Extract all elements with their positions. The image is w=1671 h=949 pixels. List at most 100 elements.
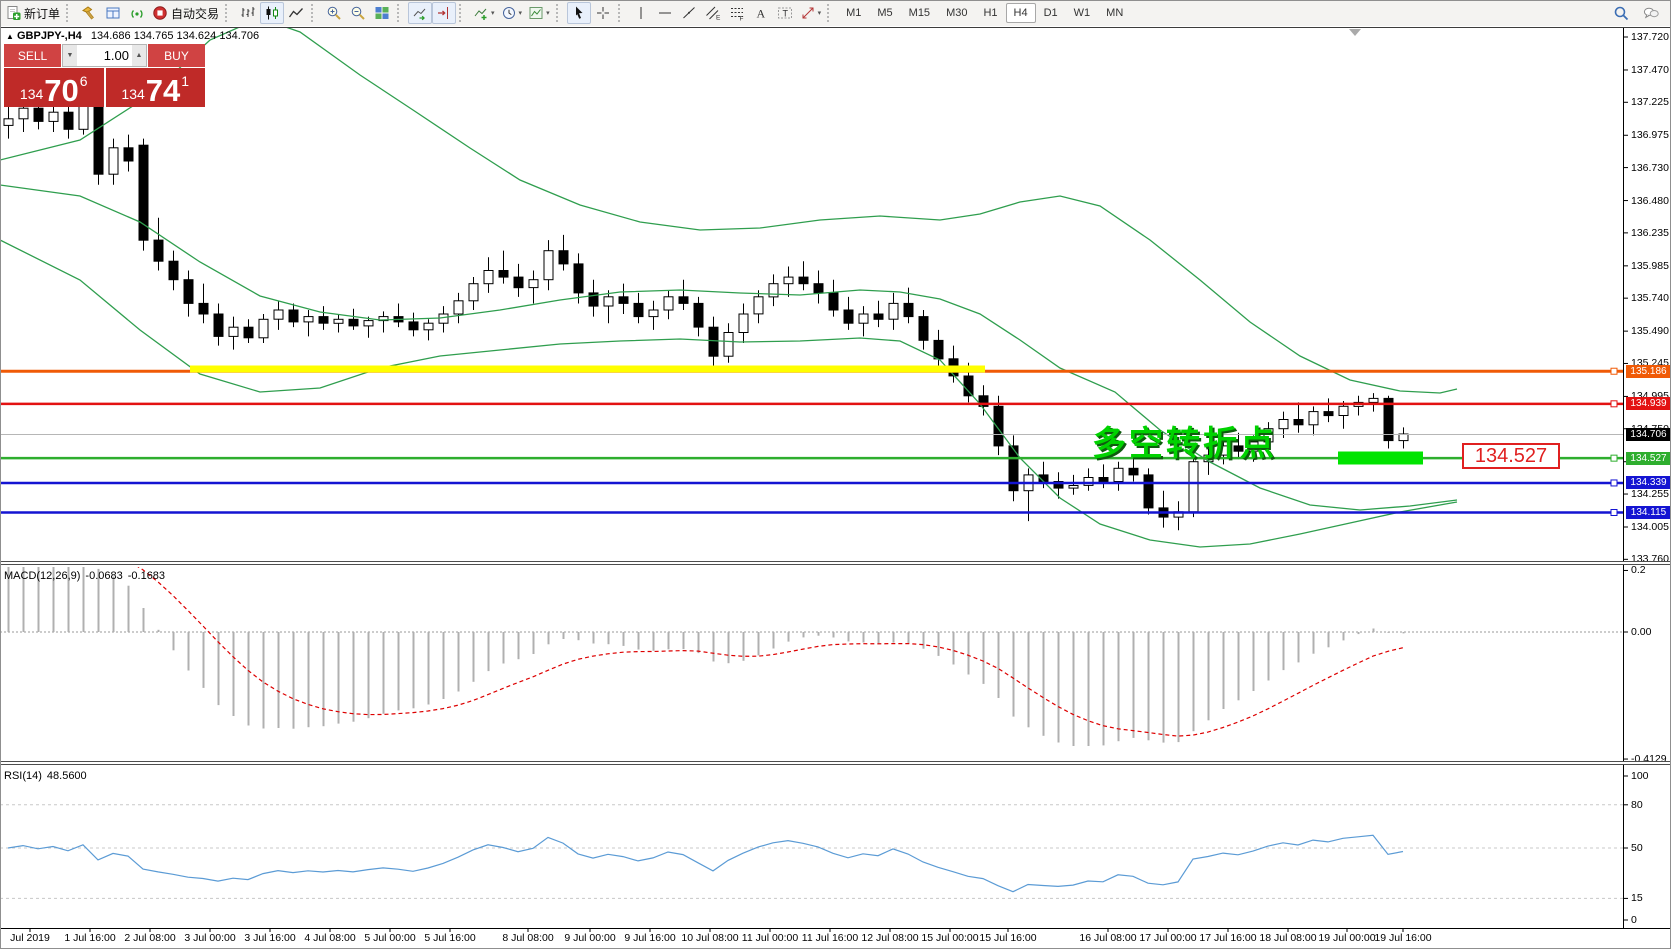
yellow-support-zone[interactable]: [190, 365, 985, 373]
macd-histogram-bar: [727, 632, 730, 664]
macd-histogram-bar: [1192, 632, 1195, 732]
timeframe-m30-button[interactable]: M30: [938, 3, 975, 23]
arrows-button[interactable]: ▾: [797, 2, 825, 24]
price-tick-136.975: 136.975: [1631, 129, 1669, 142]
auto-scroll-button[interactable]: [408, 2, 433, 24]
candle-body: [78, 105, 89, 130]
time-label-19-Jul-16-00: 19 Jul 16:00: [1374, 932, 1432, 944]
signals-button[interactable]: [125, 2, 149, 24]
price-tick-136.730: 136.730: [1631, 161, 1669, 174]
timeframe-m15-button[interactable]: M15: [901, 3, 938, 23]
candle-body: [1113, 467, 1124, 482]
charts-window-button[interactable]: [101, 2, 125, 24]
chart-shift-button[interactable]: [432, 2, 457, 24]
zoom-out-button[interactable]: [346, 2, 370, 24]
green-pivot-zone[interactable]: [1338, 451, 1423, 465]
macd-histogram-bar: [352, 632, 355, 722]
candle-body: [633, 302, 644, 318]
search-button[interactable]: [1609, 2, 1633, 24]
candles-layer: [0, 28, 1458, 548]
templates-button[interactable]: ▾: [525, 2, 553, 24]
crosshair-button[interactable]: [591, 2, 615, 24]
trendline-button[interactable]: [677, 2, 701, 24]
bar-chart-button[interactable]: [236, 2, 260, 24]
collapse-triangle-icon[interactable]: ▲: [6, 32, 14, 41]
macd-histogram-bar: [952, 632, 955, 665]
macd-histogram-bar: [1252, 632, 1255, 691]
candlestick-chart-icon: [266, 6, 279, 20]
macd-histogram-bar: [832, 632, 835, 638]
sell-price-pip: 6: [79, 73, 88, 89]
fibonacci-button[interactable]: F: [725, 2, 749, 24]
volume-stepper: ▼ 1.00 ▲: [62, 44, 147, 67]
macd-histogram-bar: [127, 585, 130, 632]
timeframe-mn-button[interactable]: MN: [1098, 3, 1131, 23]
candle-body: [513, 276, 524, 289]
horizontal-line-button[interactable]: [653, 2, 677, 24]
text-button[interactable]: A: [749, 2, 773, 24]
turning-point-annotation[interactable]: 多空转折点: [1092, 416, 1277, 465]
volume-input[interactable]: 1.00: [77, 45, 132, 66]
timeframe-m5-button[interactable]: M5: [869, 3, 900, 23]
candlestick-chart-button[interactable]: [260, 2, 285, 24]
price-tick-137.720: 137.720: [1631, 31, 1669, 43]
periods-button[interactable]: ▾: [498, 2, 526, 24]
vertical-line-button[interactable]: [629, 2, 653, 24]
chat-button[interactable]: [1639, 2, 1663, 24]
text-label-button[interactable]: T: [773, 2, 797, 24]
new-order-button[interactable]: 新订单: [2, 2, 63, 24]
svg-text:E: E: [716, 15, 721, 22]
candle-body: [543, 250, 554, 281]
price-tick-136.235: 136.235: [1631, 226, 1669, 239]
candle-body: [18, 107, 29, 120]
templates-icon: [529, 7, 543, 19]
indicators-button[interactable]: ▾: [470, 2, 498, 24]
ohlc-open: 134.686: [90, 30, 131, 42]
candle-body: [1278, 419, 1289, 430]
chart-canvas[interactable]: [0, 0, 1671, 949]
macd-histogram-bar: [307, 632, 310, 728]
candle-body: [1098, 477, 1109, 482]
zoom-in-button[interactable]: [322, 2, 346, 24]
macd-histogram-bar: [1102, 632, 1105, 746]
sell-price-display[interactable]: 134 70 6: [4, 68, 104, 107]
macd-histogram-bar: [622, 632, 625, 646]
cursor-button[interactable]: [566, 2, 591, 24]
volume-down-button[interactable]: ▼: [63, 45, 77, 66]
sell-price-base: 134: [19, 86, 44, 102]
bollinger-lower-band: [0, 239, 1458, 548]
buy-price-display[interactable]: 134 74 1: [105, 68, 205, 107]
price-callout-box[interactable]: 134.527: [1462, 443, 1560, 469]
tile-windows-button[interactable]: [370, 2, 394, 24]
macd-histogram-bar: [472, 632, 475, 682]
macd-panel-divider[interactable]: [0, 561, 1671, 565]
chart-shift-marker-icon[interactable]: [1349, 29, 1361, 36]
timeframe-h4-button[interactable]: H4: [1005, 3, 1036, 23]
candle-body: [873, 313, 884, 320]
sell-button[interactable]: SELL: [4, 44, 61, 67]
macd-histogram-bar: [262, 632, 265, 729]
time-label-11-Jul-00-00: 11 Jul 00:00: [741, 932, 799, 944]
autotrading-button[interactable]: 自动交易: [149, 2, 222, 24]
buy-price-base: 134: [121, 86, 145, 102]
volume-up-button[interactable]: ▲: [132, 45, 146, 66]
new-order-icon: [7, 6, 21, 20]
candle-body: [933, 339, 944, 360]
timeframe-d1-button[interactable]: D1: [1036, 3, 1066, 23]
macd-histogram-bar: [1057, 632, 1060, 743]
macd-histogram-bar: [487, 632, 490, 672]
timeframe-w1-button[interactable]: W1: [1066, 3, 1099, 23]
price-tag-134.339: 134.339: [1626, 476, 1671, 490]
timeframe-h1-button[interactable]: H1: [975, 3, 1005, 23]
timeframe-m1-button[interactable]: M1: [838, 3, 869, 23]
rsi-panel-divider[interactable]: [0, 761, 1671, 765]
equidistant-channel-button[interactable]: E: [701, 2, 725, 24]
metaeditor-button[interactable]: [77, 2, 101, 24]
toolbar-grip: [225, 4, 232, 22]
line-chart-button[interactable]: [284, 2, 308, 24]
buy-button[interactable]: BUY: [148, 44, 205, 67]
dropdown-caret-icon: ▾: [491, 10, 495, 17]
candle-body: [648, 309, 659, 318]
candle-body: [1323, 411, 1334, 417]
trendline-icon: [682, 7, 695, 19]
